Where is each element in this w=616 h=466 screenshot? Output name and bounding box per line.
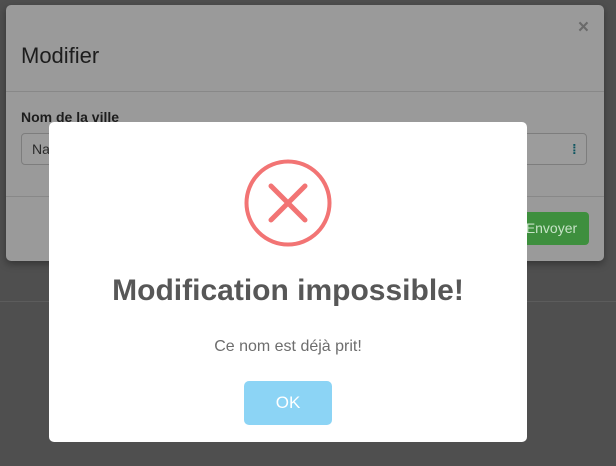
- alert-dialog: Modification impossible! Ce nom est déjà…: [49, 122, 527, 442]
- password-manager-icon[interactable]: ⁞: [572, 142, 577, 156]
- ok-button[interactable]: OK: [244, 381, 332, 425]
- alert-message: Ce nom est déjà prit!: [214, 338, 362, 355]
- alert-title: Modification impossible!: [112, 274, 464, 307]
- close-icon[interactable]: ×: [578, 18, 589, 37]
- modal-header-divider: [6, 91, 604, 92]
- modal-title: Modifier: [21, 43, 100, 68]
- error-x-icon: [244, 159, 332, 247]
